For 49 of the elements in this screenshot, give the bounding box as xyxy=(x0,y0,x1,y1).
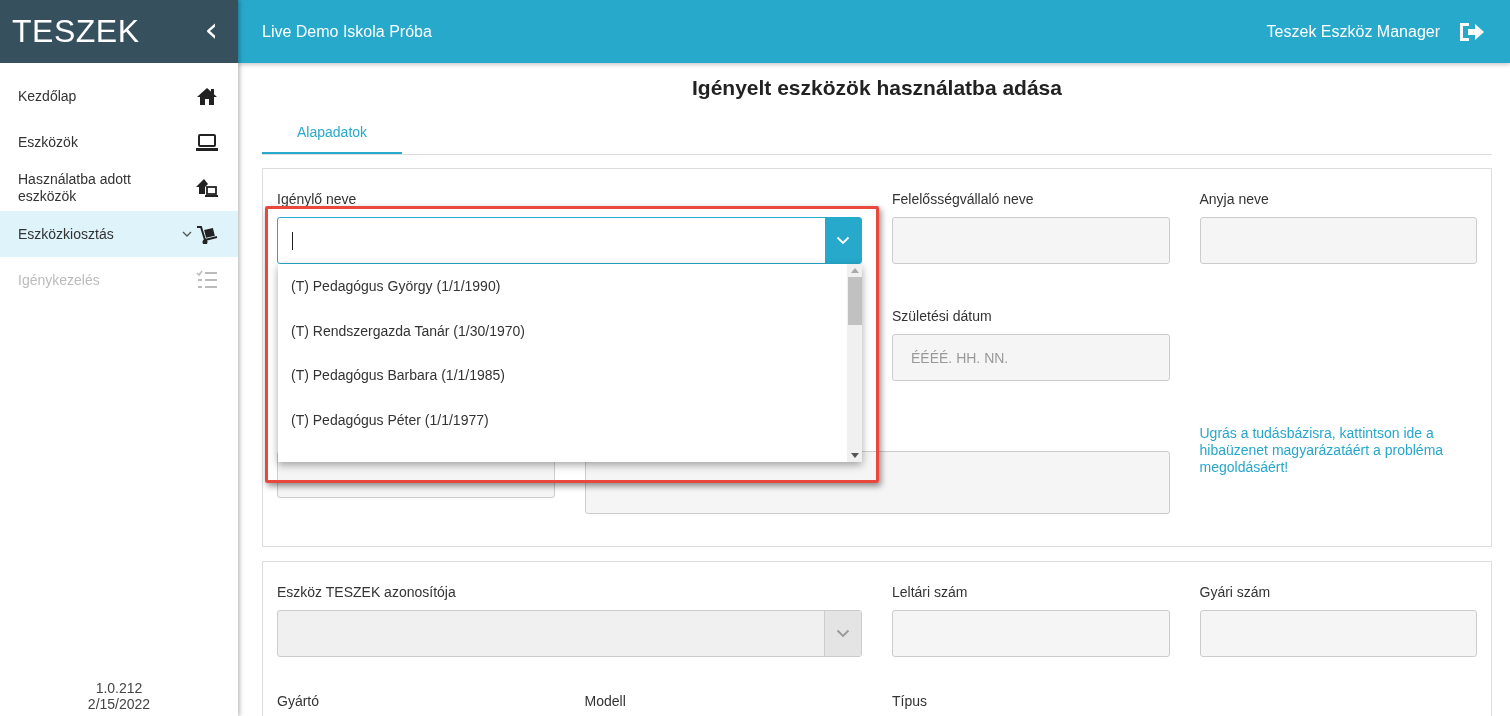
nav-label: Használatba adott eszközök xyxy=(18,171,132,205)
nav-label: Eszközök xyxy=(18,133,78,151)
dropdown-option[interactable]: (T) Pedagógus Barbara (1/1/1985) xyxy=(278,362,847,407)
page-title: Igényelt eszközök használatba adása xyxy=(691,76,1063,100)
field-label: Leltári szám xyxy=(892,584,969,602)
nav-label: Igénykezelés xyxy=(18,271,100,289)
field-label: Anyja neve xyxy=(1199,191,1270,209)
field-label: Modell xyxy=(584,693,627,711)
chevron-down-icon xyxy=(836,236,850,245)
text-field[interactable] xyxy=(892,217,1170,264)
field-label: Gyártó xyxy=(277,693,320,711)
text-field[interactable] xyxy=(892,610,1170,657)
build-date: 2/15/2022 xyxy=(86,696,152,712)
field-label: Típus xyxy=(892,693,928,711)
logo-text: TESZEK xyxy=(12,13,140,50)
chevron-down-icon xyxy=(836,629,850,638)
collapse-button[interactable]: ‹ xyxy=(196,11,226,52)
field-label: Születési dátum xyxy=(892,308,993,326)
version-text: 1.0.212 xyxy=(94,680,144,696)
hand-truck-icon xyxy=(196,224,218,244)
dropdown-option[interactable]: (T) Pedagógus Péter (1/1/1977) xyxy=(278,406,847,451)
date-field[interactable]: ÉÉÉÉ. HH. NN. xyxy=(892,334,1170,381)
text-field[interactable] xyxy=(1199,610,1477,657)
text-cursor xyxy=(292,231,293,250)
field-label: Igénylő neve xyxy=(277,191,358,209)
house-laptop-icon xyxy=(196,178,218,198)
laptop-icon xyxy=(196,132,218,152)
dropdown-option[interactable]: (T) Pedagógus György (1/1/1990) xyxy=(278,273,847,318)
dropdown-toggle[interactable] xyxy=(825,218,861,263)
scroll-down-icon xyxy=(850,453,859,458)
dropdown-field[interactable] xyxy=(277,217,862,264)
sidebar-item[interactable]: Eszközök xyxy=(0,119,238,165)
school-name: Live Demo Iskola Próba xyxy=(262,22,432,41)
user-name: Teszek Eszköz Manager xyxy=(1266,22,1440,41)
sidebar-item[interactable]: Kezdőlap xyxy=(0,73,238,119)
field-label: Felelősségvállaló neve xyxy=(892,191,1035,209)
scrollbar[interactable] xyxy=(847,264,862,462)
sidebar-item[interactable]: Eszközkiosztás xyxy=(0,211,238,257)
scrollbar-thumb[interactable] xyxy=(847,277,862,325)
nav-label: Eszközkiosztás xyxy=(18,225,114,243)
home-icon xyxy=(196,86,218,106)
text-field[interactable] xyxy=(1199,217,1477,264)
field-label: Gyári szám xyxy=(1199,584,1272,602)
checklist-icon xyxy=(196,270,218,290)
field-label: Eszköz TESZEK azonosítója xyxy=(277,584,457,602)
dropdown-option[interactable]: (T) Rendszergazda Tanár (1/30/1970) xyxy=(278,317,847,362)
sidebar-item[interactable]: Használatba adott eszközök xyxy=(0,165,238,211)
scroll-up-icon xyxy=(850,268,859,273)
nav-label: Kezdőlap xyxy=(18,87,77,105)
